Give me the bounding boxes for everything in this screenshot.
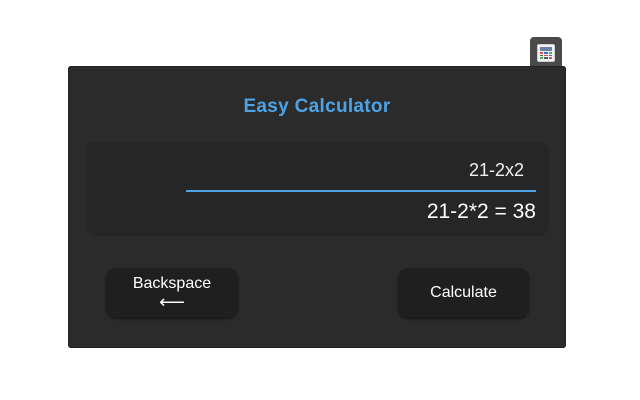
extension-toolbar-button[interactable] bbox=[530, 37, 562, 69]
display-panel: 21-2*2 = 38 bbox=[86, 142, 549, 236]
expression-input[interactable] bbox=[186, 156, 536, 184]
backspace-label: Backspace bbox=[132, 274, 212, 292]
calculate-label: Calculate bbox=[430, 283, 497, 301]
calculate-button[interactable]: Calculate bbox=[398, 268, 529, 318]
screen: Easy Calculator 21-2*2 = 38 Backspace ⟵ … bbox=[0, 0, 640, 400]
calculator-popup: Easy Calculator 21-2*2 = 38 Backspace ⟵ … bbox=[68, 66, 566, 348]
left-arrow-icon: ⟵ bbox=[159, 292, 185, 313]
app-title: Easy Calculator bbox=[243, 96, 391, 117]
backspace-button[interactable]: Backspace ⟵ bbox=[106, 268, 238, 318]
input-underline bbox=[186, 190, 536, 192]
result-text: 21-2*2 = 38 bbox=[426, 200, 536, 223]
calculator-icon bbox=[537, 44, 555, 62]
